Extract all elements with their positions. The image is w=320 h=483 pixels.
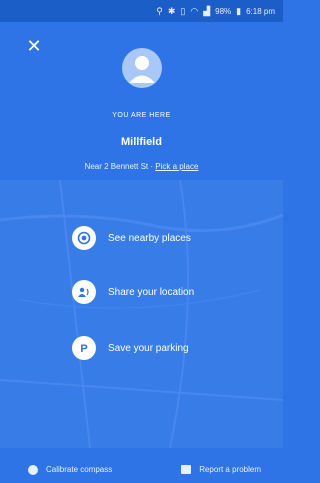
calibrate-compass-button[interactable]: Calibrate compass: [28, 464, 113, 475]
share-location-icon: [72, 280, 96, 304]
calibrate-compass-label: Calibrate compass: [46, 465, 113, 474]
share-location-label: Share your location: [108, 286, 195, 298]
compass-icon: [28, 464, 38, 475]
report-problem-label: Report a problem: [199, 465, 261, 474]
battery-percent: 98%: [215, 6, 232, 16]
report-problem-button[interactable]: Report a problem: [181, 465, 261, 474]
wifi-icon: ◠: [190, 5, 199, 16]
address-line: Near 2 Bennett St · Pick a place: [0, 162, 283, 171]
close-button[interactable]: ✕: [24, 36, 44, 56]
signal-icon: ▟: [203, 5, 211, 16]
save-parking-button[interactable]: P Save your parking: [72, 334, 189, 362]
battery-icon: ▮: [236, 5, 242, 16]
share-location-button[interactable]: Share your location: [72, 278, 194, 306]
place-name: Millfield: [121, 136, 162, 148]
bottom-bar: Calibrate compass Report a problem: [0, 456, 283, 483]
parking-icon: P: [72, 336, 96, 360]
pick-a-place-link[interactable]: Pick a place: [155, 162, 198, 171]
nearby-target-icon: [72, 226, 96, 250]
vibrate-icon: ▯: [180, 5, 186, 16]
see-nearby-places-label: See nearby places: [108, 232, 191, 244]
you-are-here-label: YOU ARE HERE: [112, 112, 171, 119]
avatar: [122, 48, 162, 88]
status-bar: ⚲ ✱ ▯ ◠ ▟ 98% ▮ 6:18 pm: [0, 0, 283, 22]
clock: 6:18 pm: [246, 6, 275, 16]
location-icon: ⚲: [156, 5, 163, 16]
address-text: Near 2 Bennett St ·: [84, 162, 154, 171]
feedback-icon: [181, 465, 192, 474]
bluetooth-icon: ✱: [167, 5, 176, 16]
map-background: [0, 179, 284, 449]
save-parking-label: Save your parking: [108, 342, 189, 354]
see-nearby-places-button[interactable]: See nearby places: [72, 224, 191, 252]
close-icon: ✕: [26, 35, 42, 56]
svg-text:P: P: [80, 343, 87, 355]
